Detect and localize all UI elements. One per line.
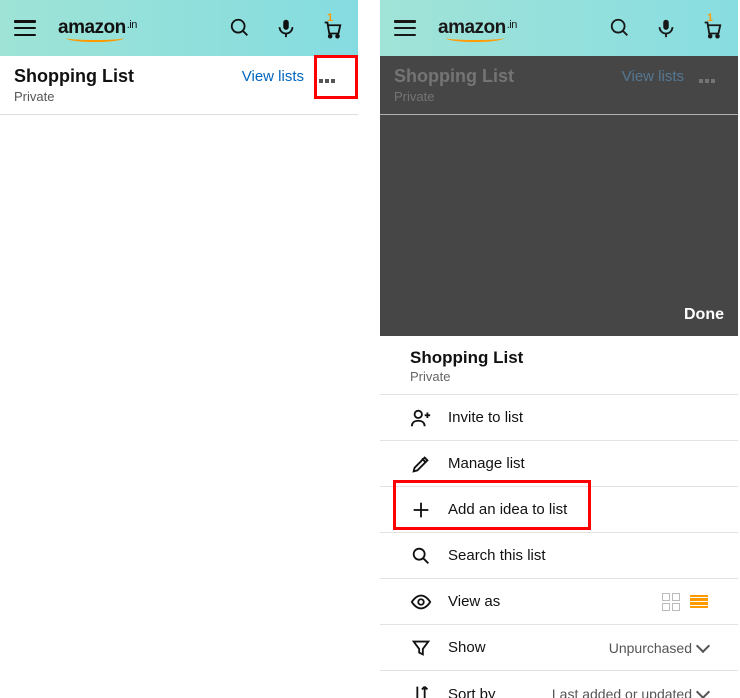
more-options-button[interactable] bbox=[310, 66, 344, 96]
show-value: Unpurchased bbox=[609, 640, 708, 656]
mic-icon[interactable] bbox=[274, 16, 298, 40]
brand-suffix: .in bbox=[127, 19, 137, 31]
cart-icon[interactable]: 1 bbox=[320, 16, 344, 40]
search-icon[interactable] bbox=[608, 16, 632, 40]
sort-value: Last added or updated bbox=[552, 686, 708, 698]
sheet-subtitle: Private bbox=[410, 369, 708, 384]
sort-row[interactable]: Sort by Last added or updated bbox=[380, 671, 738, 698]
page-title: Shopping List bbox=[14, 66, 242, 87]
screen-left: amazon .in 1 Shopping List Private View … bbox=[0, 0, 358, 698]
menu-icon[interactable] bbox=[14, 20, 36, 36]
row-label: Manage list bbox=[448, 455, 708, 472]
search-list-row[interactable]: Search this list bbox=[380, 533, 738, 579]
mic-icon[interactable] bbox=[654, 16, 678, 40]
list-header-dimmed: Shopping List Private View lists bbox=[380, 56, 738, 115]
brand-suffix: .in bbox=[507, 19, 517, 31]
plus-icon bbox=[410, 499, 432, 521]
view-as-row[interactable]: View as bbox=[380, 579, 738, 625]
brand-name: amazon bbox=[438, 17, 506, 39]
sheet-title: Shopping List bbox=[410, 348, 708, 368]
sort-icon bbox=[410, 683, 432, 698]
cart-count: 1 bbox=[707, 12, 713, 24]
ellipsis-icon bbox=[319, 79, 335, 83]
screen-right: amazon .in 1 Shopping List Private View … bbox=[380, 0, 738, 698]
page-subtitle: Private bbox=[394, 89, 622, 104]
invite-to-list-row[interactable]: Invite to list bbox=[380, 395, 738, 441]
row-label: Show bbox=[448, 639, 593, 656]
row-label: Search this list bbox=[448, 547, 708, 564]
row-label: Invite to list bbox=[448, 409, 708, 426]
row-label: View as bbox=[448, 593, 646, 610]
row-label: Sort by bbox=[448, 686, 536, 698]
search-icon bbox=[410, 545, 432, 567]
more-options-button bbox=[690, 66, 724, 96]
grid-view-icon[interactable] bbox=[662, 593, 680, 611]
cart-count: 1 bbox=[327, 12, 333, 24]
ellipsis-icon bbox=[699, 79, 715, 83]
chevron-down-icon bbox=[696, 638, 710, 652]
show-row[interactable]: Show Unpurchased bbox=[380, 625, 738, 671]
brand-name: amazon bbox=[58, 17, 126, 39]
brand-logo[interactable]: amazon .in bbox=[438, 17, 517, 39]
page-subtitle: Private bbox=[14, 89, 242, 104]
search-icon[interactable] bbox=[228, 16, 252, 40]
menu-icon[interactable] bbox=[394, 20, 416, 36]
topbar: amazon .in 1 bbox=[0, 0, 358, 56]
action-sheet: Shopping List Private Invite to list Man… bbox=[380, 336, 738, 698]
view-lists-link[interactable]: View lists bbox=[242, 68, 304, 85]
row-label: Add an idea to list bbox=[448, 501, 708, 518]
view-mode-toggle[interactable] bbox=[662, 593, 708, 611]
chevron-down-icon bbox=[696, 685, 710, 698]
page-title: Shopping List bbox=[394, 66, 622, 87]
manage-list-row[interactable]: Manage list bbox=[380, 441, 738, 487]
done-button[interactable]: Done bbox=[684, 306, 724, 324]
pencil-icon bbox=[410, 453, 432, 475]
view-lists-link: View lists bbox=[622, 68, 684, 85]
add-idea-row[interactable]: Add an idea to list bbox=[380, 487, 738, 533]
list-view-icon[interactable] bbox=[690, 595, 708, 609]
filter-icon bbox=[410, 637, 432, 659]
cart-icon[interactable]: 1 bbox=[700, 16, 724, 40]
sheet-header: Shopping List Private bbox=[380, 336, 738, 395]
eye-icon bbox=[410, 591, 432, 613]
invite-icon bbox=[410, 407, 432, 429]
brand-logo[interactable]: amazon .in bbox=[58, 17, 137, 39]
topbar: amazon .in 1 bbox=[380, 0, 738, 56]
list-header: Shopping List Private View lists bbox=[0, 56, 358, 115]
